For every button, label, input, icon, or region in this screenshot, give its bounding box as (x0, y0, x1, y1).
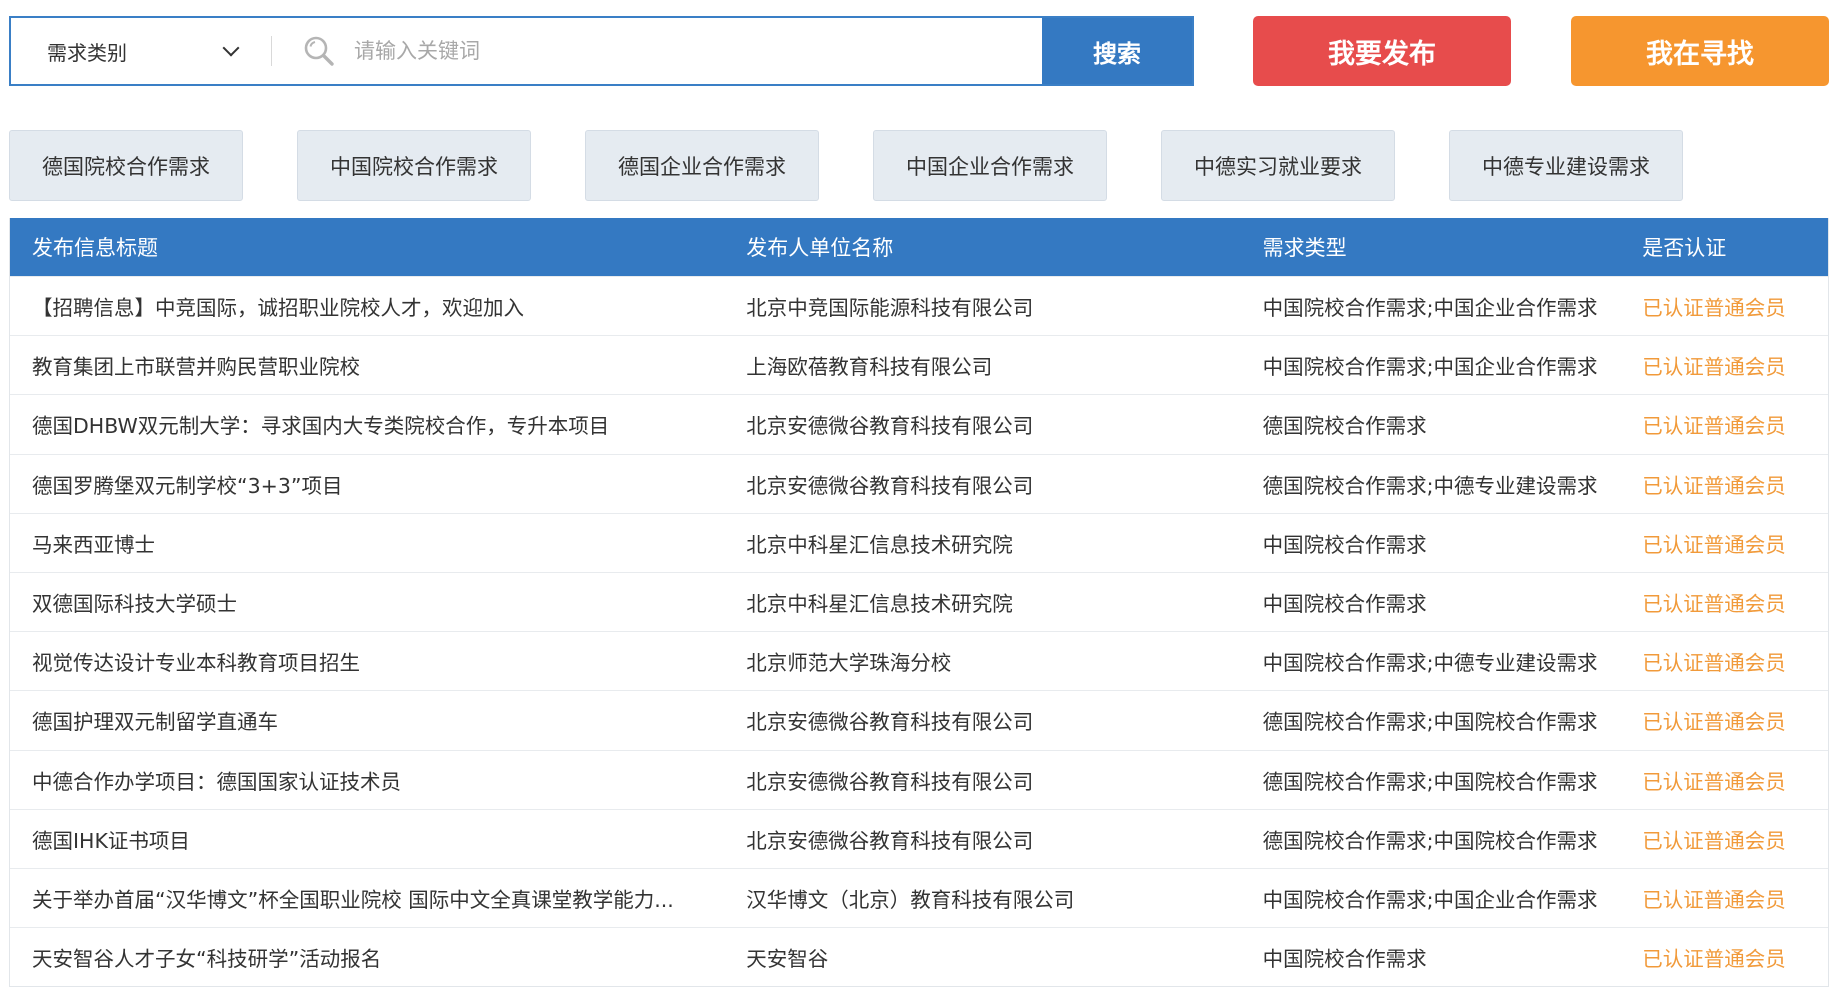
row-certified: 已认证普通会员 (1642, 296, 1786, 321)
row-title[interactable]: 德国罗腾堡双元制学校“3+3”项目 (10, 469, 724, 499)
row-certified: 已认证普通会员 (1642, 532, 1786, 557)
table-row[interactable]: 德国护理双元制留学直通车 北京安德微谷教育科技有限公司 德国院校合作需求;中国院… (10, 690, 1828, 749)
search-input[interactable] (352, 38, 1042, 64)
header-publisher: 发布人单位名称 (746, 236, 894, 260)
row-demand-type: 德国院校合作需求 (1262, 414, 1427, 439)
tab-internship-employment[interactable]: 中德实习就业要求 (1161, 130, 1395, 201)
search-bar: 需求类别 搜索 (9, 16, 1194, 86)
row-demand-type: 中国院校合作需求;中国企业合作需求 (1262, 296, 1598, 321)
row-publisher: 北京安德微谷教育科技有限公司 (746, 828, 1034, 853)
row-title[interactable]: 关于举办首届“汉华博文”杯全国职业院校 国际中文全真课堂教学能力... (10, 883, 724, 913)
row-publisher: 北京安德微谷教育科技有限公司 (746, 473, 1034, 498)
tab-chinese-college[interactable]: 中国院校合作需求 (297, 130, 531, 201)
tab-chinese-enterprise[interactable]: 中国企业合作需求 (873, 130, 1107, 201)
row-publisher: 北京师范大学珠海分校 (746, 651, 952, 676)
demand-table: 发布信息标题 发布人单位名称 需求类型 是否认证 【招聘信息】中竞国际，诚招职业… (9, 218, 1829, 988)
table-row[interactable]: 德国IHK证书项目 北京安德微谷教育科技有限公司 德国院校合作需求;中国院校合作… (10, 808, 1828, 868)
header-certified: 是否认证 (1642, 236, 1727, 260)
tab-german-college[interactable]: 德国院校合作需求 (9, 130, 243, 201)
row-demand-type: 中国院校合作需求 (1262, 947, 1427, 972)
row-title[interactable]: 视觉传达设计专业本科教育项目招生 (10, 646, 724, 676)
row-title[interactable]: 德国DHBW双元制大学：寻求国内大专类院校合作，专升本项目 (10, 409, 724, 439)
category-select[interactable]: 需求类别 (11, 18, 271, 84)
table-row[interactable]: 【招聘信息】中竞国际，诚招职业院校人才，欢迎加入 北京中竞国际能源科技有限公司 … (10, 276, 1828, 335)
row-publisher: 北京中竞国际能源科技有限公司 (746, 296, 1034, 321)
table-row[interactable]: 马来西亚博士 北京中科星汇信息技术研究院 中国院校合作需求 已认证普通会员 (10, 512, 1828, 572)
tab-german-enterprise[interactable]: 德国企业合作需求 (585, 130, 819, 201)
row-demand-type: 中国院校合作需求 (1262, 532, 1427, 557)
row-demand-type: 德国院校合作需求;中国院校合作需求 (1262, 828, 1598, 853)
table-row[interactable]: 双德国际科技大学硕士 北京中科星汇信息技术研究院 中国院校合作需求 已认证普通会… (10, 571, 1828, 631)
table-row[interactable]: 德国罗腾堡双元制学校“3+3”项目 北京安德微谷教育科技有限公司 德国院校合作需… (10, 453, 1828, 513)
seek-button[interactable]: 我在寻找 (1571, 16, 1829, 86)
row-certified: 已认证普通会员 (1642, 355, 1786, 380)
row-title[interactable]: 教育集团上市联营并购民营职业院校 (10, 350, 724, 380)
row-demand-type: 中国院校合作需求;中国企业合作需求 (1262, 887, 1598, 912)
row-certified: 已认证普通会员 (1642, 414, 1786, 439)
row-publisher: 北京安德微谷教育科技有限公司 (746, 710, 1034, 735)
header-title: 发布信息标题 (32, 236, 158, 260)
chevron-down-icon (222, 39, 240, 57)
row-demand-type: 中国院校合作需求;中德专业建设需求 (1262, 651, 1598, 676)
row-title[interactable]: 马来西亚博士 (10, 528, 724, 558)
row-title[interactable]: 【招聘信息】中竞国际，诚招职业院校人才，欢迎加入 (10, 291, 724, 321)
row-publisher: 汉华博文（北京）教育科技有限公司 (746, 887, 1075, 912)
row-title[interactable]: 德国护理双元制留学直通车 (10, 705, 724, 735)
table-row[interactable]: 德国DHBW双元制大学：寻求国内大专类院校合作，专升本项目 北京安德微谷教育科技… (10, 394, 1828, 453)
row-title[interactable]: 天安智谷人才子女“科技研学”活动报名 (10, 942, 724, 972)
table-row[interactable]: 视觉传达设计专业本科教育项目招生 北京师范大学珠海分校 中国院校合作需求;中德专… (10, 631, 1828, 690)
search-icon (304, 36, 334, 66)
row-publisher: 北京安德微谷教育科技有限公司 (746, 769, 1034, 794)
row-certified: 已认证普通会员 (1642, 947, 1786, 972)
row-title[interactable]: 双德国际科技大学硕士 (10, 587, 724, 617)
row-certified: 已认证普通会员 (1642, 592, 1786, 617)
table-row[interactable]: 教育集团上市联营并购民营职业院校 上海欧蓓教育科技有限公司 中国院校合作需求;中… (10, 335, 1828, 394)
tab-major-construction[interactable]: 中德专业建设需求 (1449, 130, 1683, 201)
row-publisher: 北京中科星汇信息技术研究院 (746, 592, 1013, 617)
row-certified: 已认证普通会员 (1642, 769, 1786, 794)
row-certified: 已认证普通会员 (1642, 651, 1786, 676)
row-publisher: 北京中科星汇信息技术研究院 (746, 532, 1013, 557)
table-header: 发布信息标题 发布人单位名称 需求类型 是否认证 (10, 218, 1828, 276)
row-certified: 已认证普通会员 (1642, 473, 1786, 498)
row-publisher: 北京安德微谷教育科技有限公司 (746, 414, 1034, 439)
row-publisher: 天安智谷 (746, 947, 829, 972)
row-title[interactable]: 中德合作办学项目：德国国家认证技术员 (10, 765, 724, 795)
category-select-label: 需求类别 (47, 40, 127, 65)
row-certified: 已认证普通会员 (1642, 710, 1786, 735)
table-row[interactable]: 中德合作办学项目：德国国家认证技术员 北京安德微谷教育科技有限公司 德国院校合作… (10, 749, 1828, 809)
table-row[interactable]: 天安智谷人才子女“科技研学”活动报名 天安智谷 中国院校合作需求 已认证普通会员 (10, 927, 1828, 986)
top-bar: 需求类别 搜索 我要发布 我在寻找 (9, 16, 1829, 86)
row-certified: 已认证普通会员 (1642, 887, 1786, 912)
search-button[interactable]: 搜索 (1042, 18, 1192, 84)
row-demand-type: 德国院校合作需求;中国院校合作需求 (1262, 710, 1598, 735)
row-publisher: 上海欧蓓教育科技有限公司 (746, 355, 993, 380)
search-field-area (272, 18, 1042, 84)
row-demand-type: 中国院校合作需求 (1262, 592, 1427, 617)
row-certified: 已认证普通会员 (1642, 828, 1786, 853)
row-title[interactable]: 德国IHK证书项目 (10, 824, 724, 854)
row-demand-type: 德国院校合作需求;中国院校合作需求 (1262, 769, 1598, 794)
table-row[interactable]: 关于举办首届“汉华博文”杯全国职业院校 国际中文全真课堂教学能力... 汉华博文… (10, 867, 1828, 927)
category-tabs: 德国院校合作需求 中国院校合作需求 德国企业合作需求 中国企业合作需求 中德实习… (9, 130, 1829, 201)
header-demand-type: 需求类型 (1262, 236, 1347, 260)
row-demand-type: 德国院校合作需求;中德专业建设需求 (1262, 473, 1598, 498)
publish-button[interactable]: 我要发布 (1253, 16, 1511, 86)
row-demand-type: 中国院校合作需求;中国企业合作需求 (1262, 355, 1598, 380)
